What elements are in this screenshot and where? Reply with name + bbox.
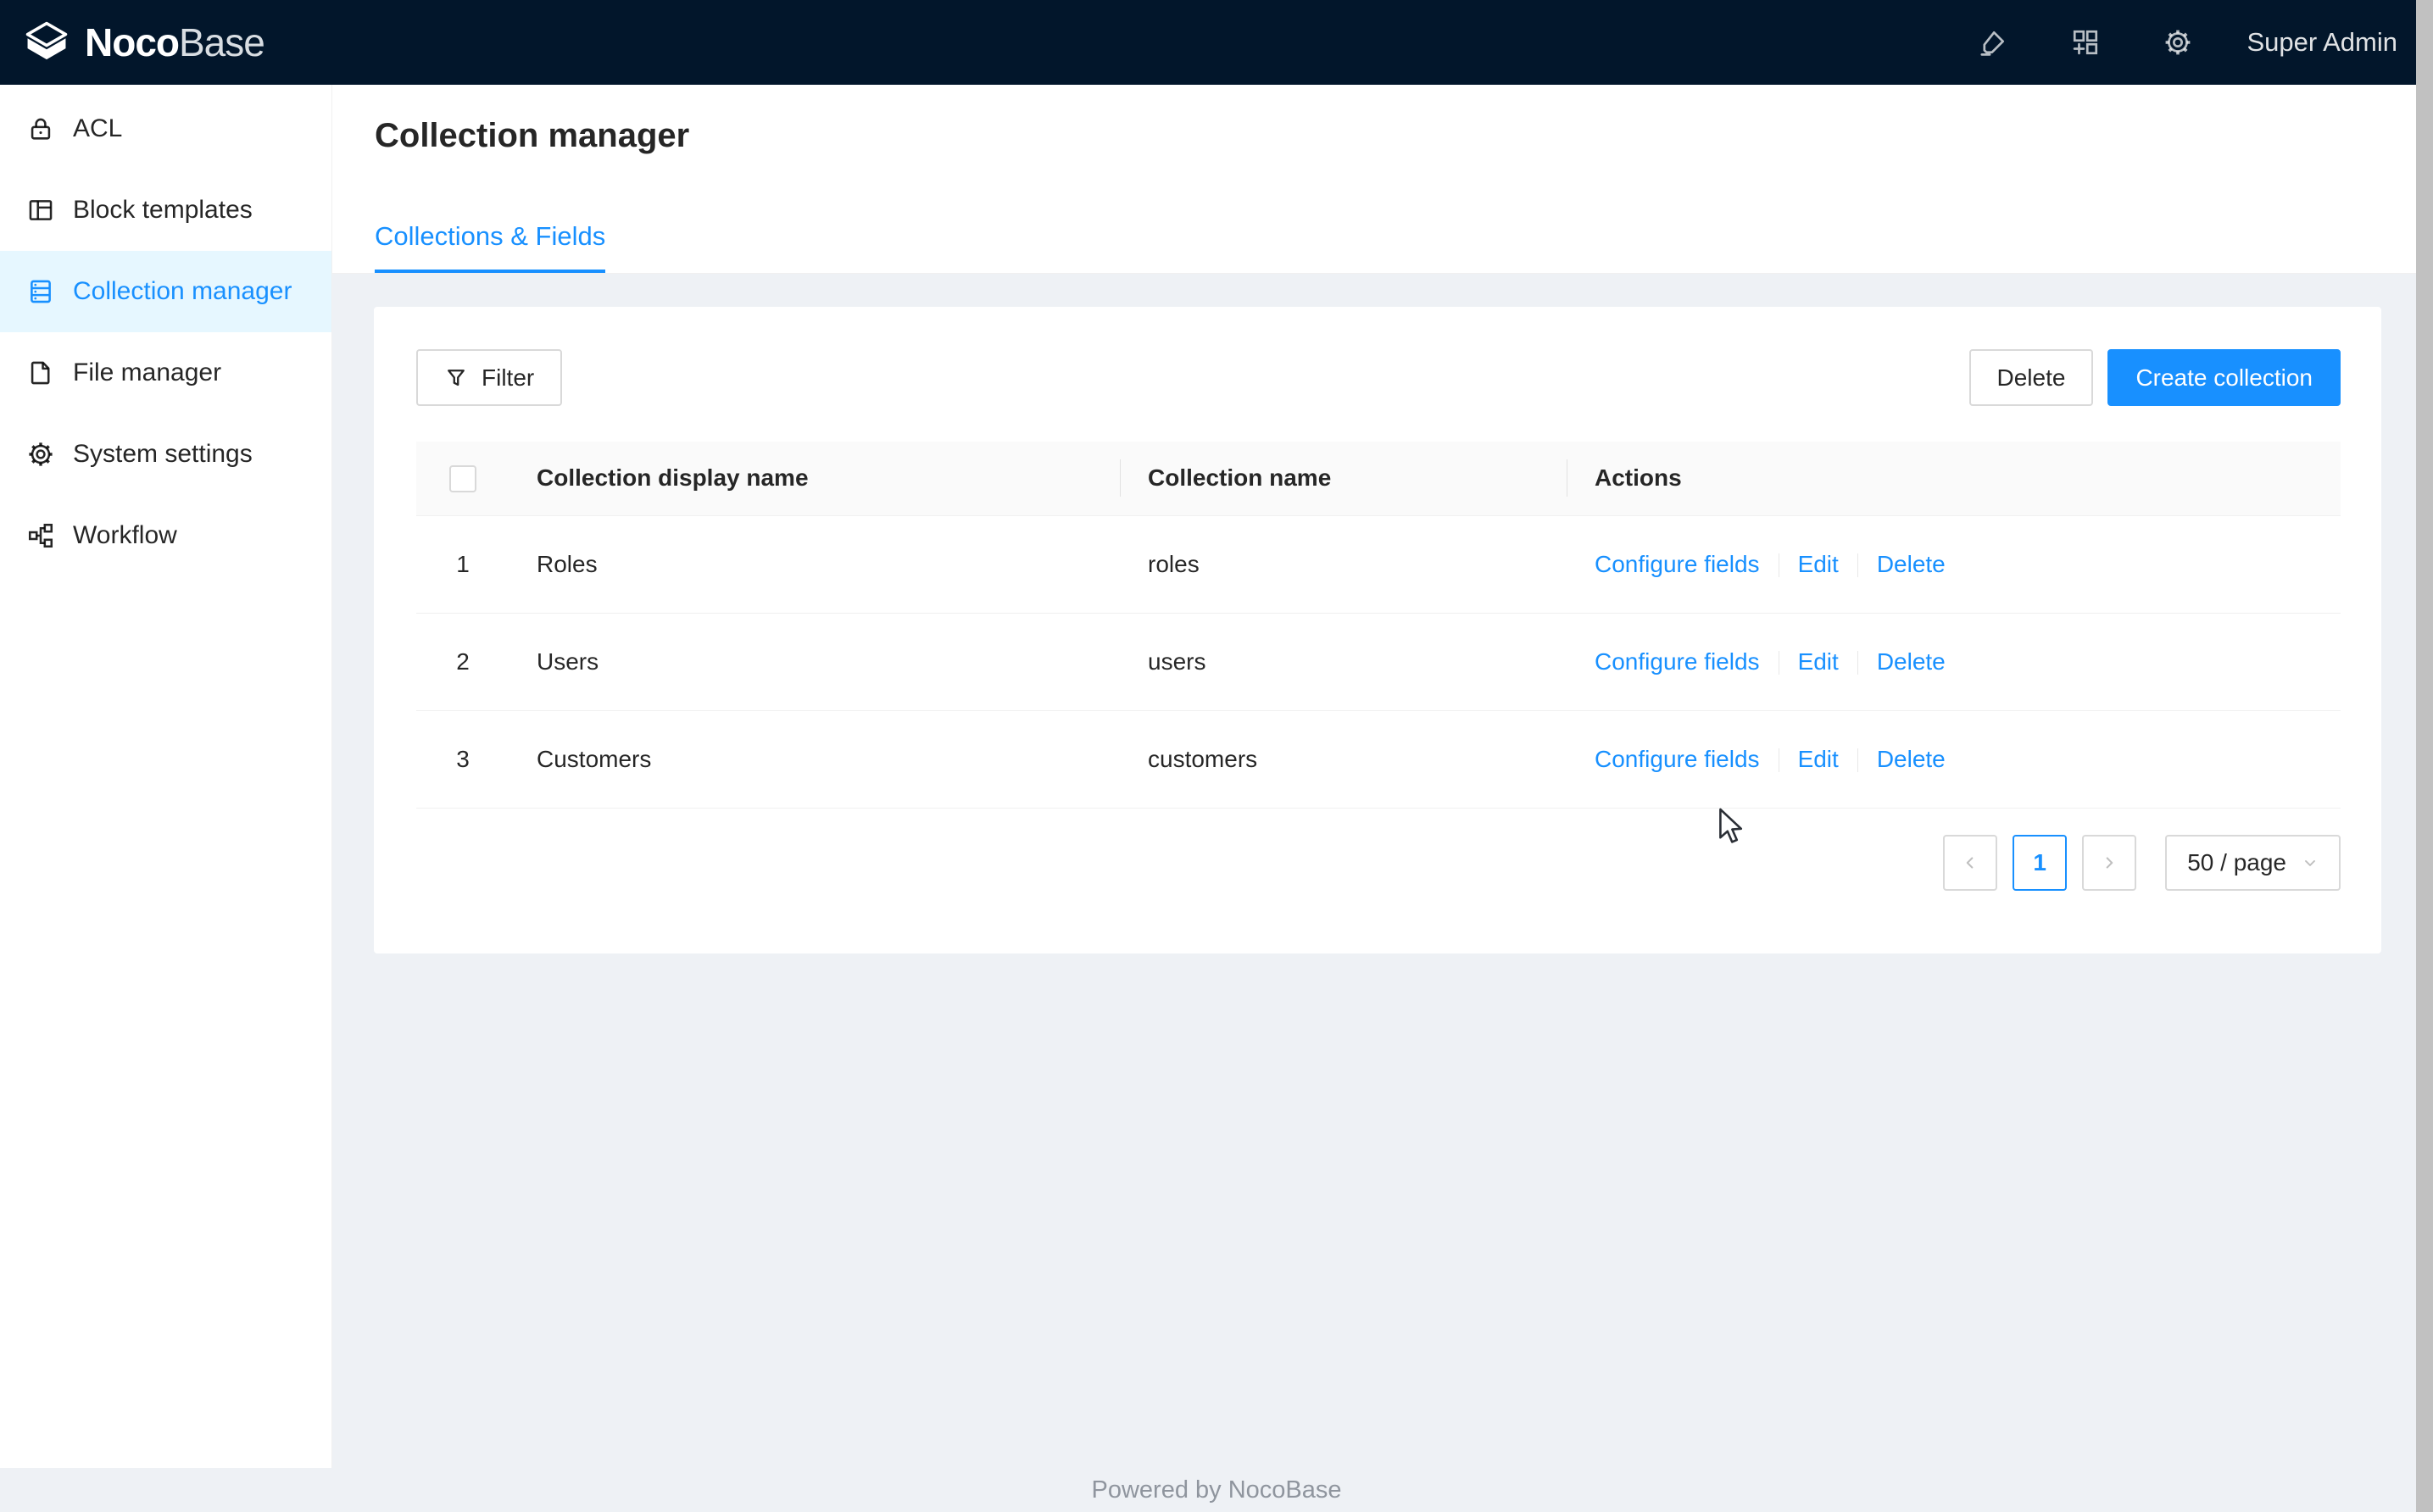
filter-icon — [444, 366, 468, 390]
cell-collection-name: customers — [1121, 710, 1567, 808]
sidebar-item-collection-manager[interactable]: Collection manager — [0, 251, 331, 332]
footer: Powered by NocoBase — [0, 1468, 2433, 1512]
card-toolbar: Filter Delete Create collection — [416, 349, 2341, 406]
cell-display-name: Customers — [509, 710, 1121, 808]
select-all-cell — [416, 442, 509, 515]
collections-table: Collection display name Collection name … — [416, 442, 2341, 809]
file-icon — [25, 358, 56, 388]
gear-icon — [25, 439, 56, 470]
create-collection-button[interactable]: Create collection — [2107, 349, 2341, 406]
action-separator — [1857, 553, 1858, 577]
chevron-left-icon — [1961, 853, 1979, 872]
app-body: ACL Block templates Collect — [0, 85, 2433, 1468]
cell-collection-name: roles — [1121, 515, 1567, 613]
topbar: NocoBase Super Admin — [0, 0, 2433, 85]
configure-fields-link[interactable]: Configure fields — [1595, 746, 1760, 772]
cell-collection-name: users — [1121, 613, 1567, 710]
cell-actions: Configure fields Edit Delete — [1567, 710, 2341, 808]
cell-actions: Configure fields Edit Delete — [1567, 613, 2341, 710]
vertical-scrollbar[interactable] — [2416, 0, 2433, 1512]
page-header: Collection manager Collections & Fields — [332, 85, 2433, 274]
action-separator — [1857, 748, 1858, 772]
next-page-button[interactable] — [2082, 835, 2136, 891]
row-index: 2 — [416, 613, 509, 710]
appstore-add-icon[interactable] — [2054, 11, 2118, 75]
table-header-row: Collection display name Collection name … — [416, 442, 2341, 515]
layout-icon — [25, 195, 56, 225]
delete-link[interactable]: Delete — [1877, 746, 1946, 772]
tab-collections-and-fields[interactable]: Collections & Fields — [375, 222, 605, 273]
highlight-icon[interactable] — [1962, 11, 2025, 75]
edit-link[interactable]: Edit — [1798, 551, 1839, 577]
logo-text-light: Base — [179, 20, 264, 64]
edit-link[interactable]: Edit — [1798, 648, 1839, 675]
cell-display-name: Roles — [509, 515, 1121, 613]
row-index: 1 — [416, 515, 509, 613]
row-index: 3 — [416, 710, 509, 808]
database-icon — [25, 276, 56, 307]
table-row: 3 Customers customers Configure fields Ed… — [416, 710, 2341, 808]
configure-fields-link[interactable]: Configure fields — [1595, 551, 1760, 577]
nocobase-logo[interactable]: NocoBase — [22, 19, 264, 65]
user-menu[interactable]: Super Admin — [2247, 27, 2398, 58]
col-collection-name: Collection name — [1121, 442, 1567, 515]
topbar-actions: Super Admin — [1933, 11, 2398, 75]
page-1-button[interactable]: 1 — [2013, 835, 2067, 891]
content-area: Filter Delete Create collection Collecti… — [332, 274, 2433, 1468]
table-row: 2 Users users Configure fields Edit Delete — [416, 613, 2341, 710]
page-size-select[interactable]: 50 / page — [2165, 835, 2341, 891]
configure-fields-link[interactable]: Configure fields — [1595, 648, 1760, 675]
filter-button[interactable]: Filter — [416, 349, 562, 406]
sidebar-item-label: ACL — [73, 114, 122, 143]
chevron-down-icon — [2302, 854, 2319, 871]
pagination: 1 50 / page — [416, 835, 2341, 891]
collections-card: Filter Delete Create collection Collecti… — [374, 307, 2381, 953]
col-display-name: Collection display name — [509, 442, 1121, 515]
chevron-right-icon — [2100, 853, 2118, 872]
sidebar-item-label: File manager — [73, 359, 221, 387]
sidebar-item-acl[interactable]: ACL — [0, 88, 331, 170]
cell-actions: Configure fields Edit Delete — [1567, 515, 2341, 613]
page-size-value: 50 / page — [2187, 849, 2286, 876]
sidebar-item-system-settings[interactable]: System settings — [0, 414, 331, 495]
sidebar-item-label: Workflow — [73, 521, 177, 550]
setting-icon[interactable] — [2146, 11, 2210, 75]
filter-button-label: Filter — [482, 364, 534, 392]
sidebar-item-file-manager[interactable]: File manager — [0, 332, 331, 414]
partition-icon — [25, 520, 56, 551]
toolbar-right: Delete Create collection — [1969, 349, 2341, 406]
col-actions: Actions — [1567, 442, 2341, 515]
sidebar: ACL Block templates Collect — [0, 85, 332, 1468]
logo-text-bold: Noco — [85, 20, 179, 64]
page-title: Collection manager — [375, 85, 2391, 156]
select-all-checkbox[interactable] — [449, 465, 476, 492]
sidebar-item-block-templates[interactable]: Block templates — [0, 170, 331, 251]
action-separator — [1857, 651, 1858, 675]
logo-text: NocoBase — [85, 19, 264, 65]
lock-icon — [25, 114, 56, 144]
sidebar-item-workflow[interactable]: Workflow — [0, 495, 331, 576]
prev-page-button[interactable] — [1943, 835, 1997, 891]
cell-display-name: Users — [509, 613, 1121, 710]
nocobase-cube-icon — [22, 20, 71, 64]
sidebar-item-label: Block templates — [73, 196, 253, 225]
sidebar-item-label: System settings — [73, 440, 253, 469]
main-area: Collection manager Collections & Fields … — [332, 85, 2433, 1468]
sidebar-item-label: Collection manager — [73, 277, 292, 306]
edit-link[interactable]: Edit — [1798, 746, 1839, 772]
delete-button[interactable]: Delete — [1969, 349, 2094, 406]
table-row: 1 Roles roles Configure fields Edit Delete — [416, 515, 2341, 613]
tab-bar: Collections & Fields — [375, 222, 2391, 273]
delete-link[interactable]: Delete — [1877, 551, 1946, 577]
delete-link[interactable]: Delete — [1877, 648, 1946, 675]
